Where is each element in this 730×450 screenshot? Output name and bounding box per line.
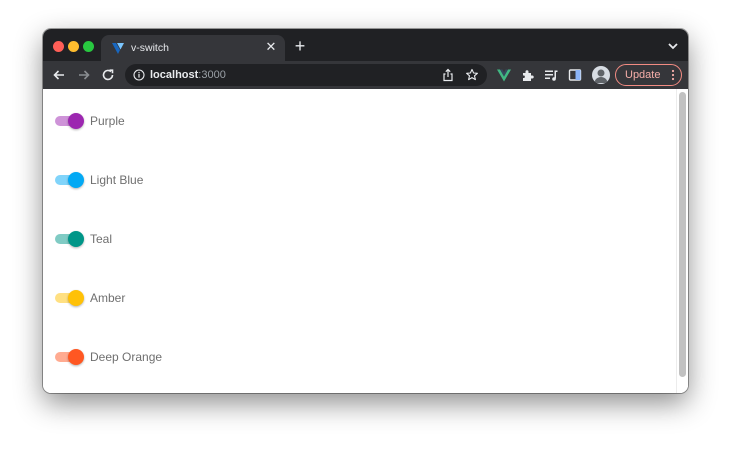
- puzzle-icon[interactable]: [520, 67, 536, 83]
- avatar-icon[interactable]: [592, 66, 610, 84]
- info-icon[interactable]: [133, 69, 145, 81]
- switch-control[interactable]: [55, 229, 84, 249]
- arrow-right-icon[interactable]: [76, 67, 92, 83]
- switch-label: Light Blue: [90, 173, 144, 187]
- switch-deep-orange[interactable]: Deep Orange: [55, 347, 162, 367]
- share-icon[interactable]: [441, 68, 455, 82]
- address-bar[interactable]: localhost:3000: [125, 64, 487, 86]
- switch-thumb[interactable]: [68, 231, 84, 247]
- close-window-button[interactable]: [53, 41, 64, 52]
- switch-thumb[interactable]: [68, 172, 84, 188]
- switch-teal[interactable]: Teal: [55, 229, 112, 249]
- update-label: Update: [625, 69, 661, 81]
- update-button[interactable]: Update: [615, 64, 682, 86]
- browser-window: v-switch ✕ + localhost:3000 Update Purpl…: [43, 29, 688, 393]
- minimize-window-button[interactable]: [68, 41, 79, 52]
- switch-thumb[interactable]: [68, 290, 84, 306]
- chevron-down-icon[interactable]: [666, 39, 680, 53]
- queue-music-icon[interactable]: [543, 67, 559, 83]
- switch-purple[interactable]: Purple: [55, 111, 125, 131]
- arrow-left-icon[interactable]: [51, 67, 67, 83]
- switch-thumb[interactable]: [68, 349, 84, 365]
- url-port: :3000: [198, 69, 226, 81]
- tab-strip: v-switch ✕ +: [43, 29, 688, 61]
- url-host: localhost: [150, 69, 199, 81]
- avatar-image: [594, 69, 608, 83]
- vuetify-logo-icon: [112, 43, 124, 54]
- switch-control[interactable]: [55, 170, 84, 190]
- switch-amber[interactable]: Amber: [55, 288, 125, 308]
- star-icon[interactable]: [465, 68, 479, 82]
- switch-label: Amber: [90, 291, 126, 305]
- vertical-scrollbar[interactable]: [676, 89, 688, 393]
- plus-icon[interactable]: +: [291, 37, 309, 55]
- vue-logo-icon[interactable]: [496, 67, 512, 83]
- switch-control[interactable]: [55, 111, 84, 131]
- switch-label: Purple: [90, 114, 125, 128]
- switch-light-blue[interactable]: Light Blue: [55, 170, 143, 190]
- url-text[interactable]: localhost:3000: [150, 69, 226, 81]
- switch-control[interactable]: [55, 347, 84, 367]
- tab-title: v-switch: [131, 42, 169, 54]
- tab-v-switch[interactable]: v-switch ✕: [101, 35, 285, 61]
- scrollbar-thumb[interactable]: [679, 92, 686, 377]
- browser-toolbar: localhost:3000 Update: [43, 61, 688, 89]
- close-icon[interactable]: ✕: [263, 39, 279, 55]
- maximize-window-button[interactable]: [83, 41, 94, 52]
- switch-label: Deep Orange: [90, 350, 163, 364]
- page-content: Purple Light Blue Teal Amber Deep Orange: [43, 89, 688, 393]
- switch-control[interactable]: [55, 288, 84, 308]
- reload-icon[interactable]: [100, 67, 116, 83]
- more-vert-icon[interactable]: [671, 68, 675, 82]
- switch-label: Teal: [90, 232, 113, 246]
- side-panel-icon[interactable]: [567, 67, 583, 83]
- switch-thumb[interactable]: [68, 113, 84, 129]
